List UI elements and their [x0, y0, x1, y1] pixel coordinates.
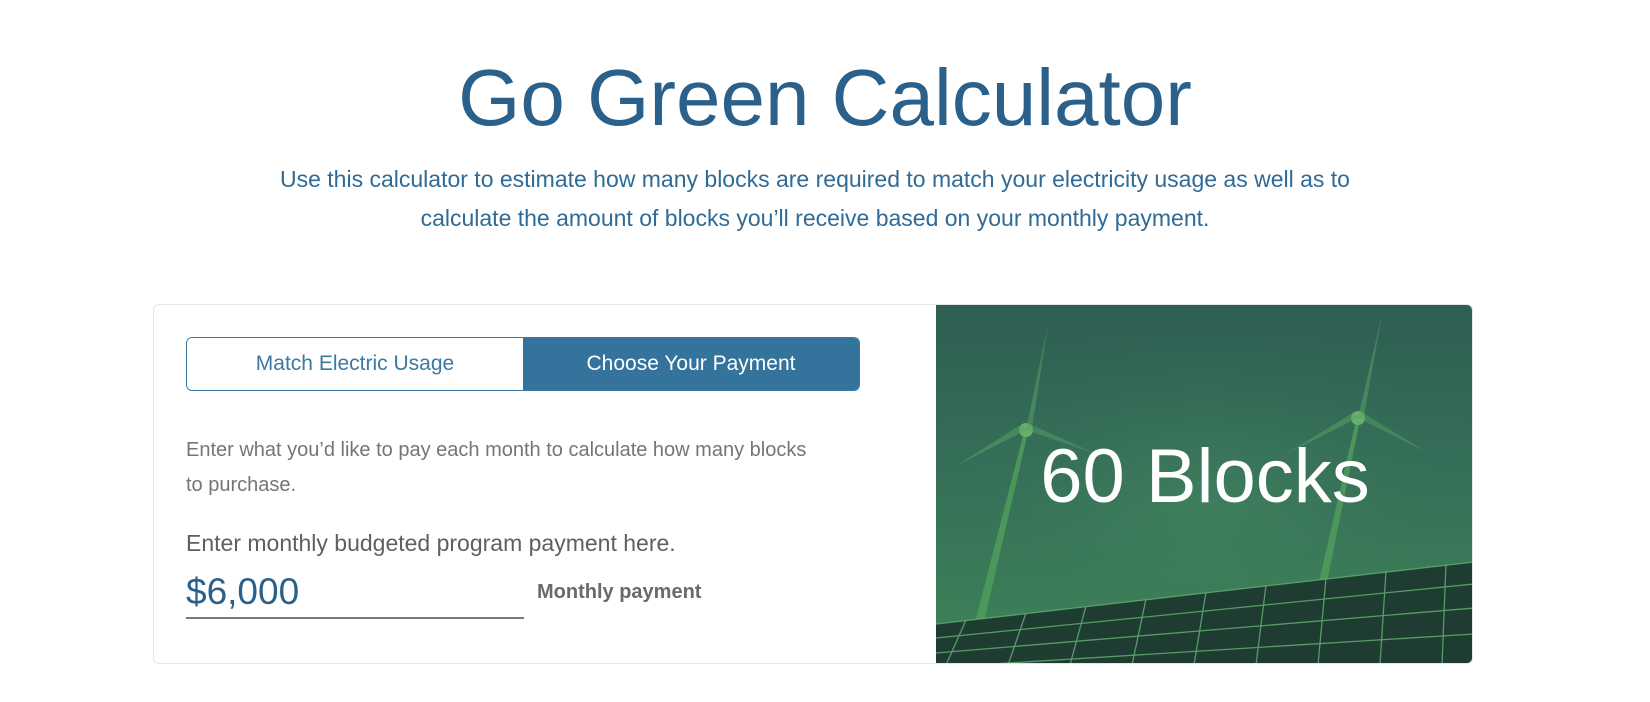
monthly-payment-suffix: Monthly payment: [537, 581, 702, 603]
calculator-card: Match Electric Usage Choose Your Payment…: [153, 304, 1473, 664]
page-subtitle: Use this calculator to estimate how many…: [280, 166, 1350, 231]
tab-match-electric-usage[interactable]: Match Electric Usage: [187, 338, 523, 390]
blocks-result: 60 Blocks: [1040, 434, 1370, 519]
calculator-mode-toggle: Match Electric Usage Choose Your Payment: [186, 337, 860, 391]
calculator-instructions: Enter what you’d like to pay each month …: [186, 439, 807, 496]
tab-choose-your-payment[interactable]: Choose Your Payment: [523, 338, 859, 390]
page-title: Go Green Calculator: [458, 53, 1192, 142]
payment-field-label: Enter monthly budgeted program payment h…: [186, 530, 676, 556]
result-panel: 60 Blocks: [936, 305, 1472, 663]
monthly-payment-input[interactable]: [186, 567, 524, 619]
